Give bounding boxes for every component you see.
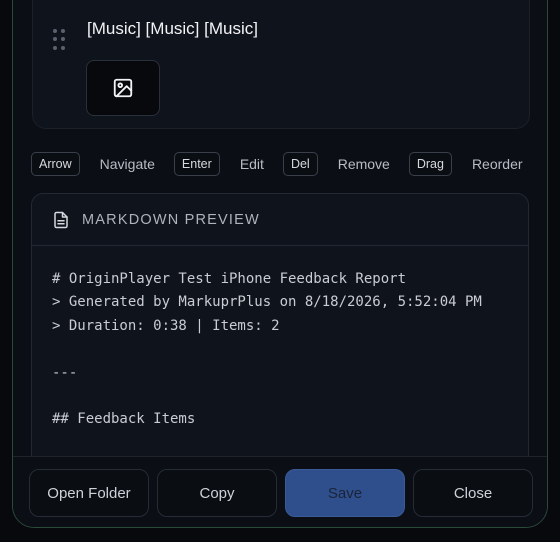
shortcut-key-drag: Drag [408, 152, 452, 176]
save-button[interactable]: Save [285, 469, 405, 517]
action-footer: Open Folder Copy Save Close [13, 456, 547, 527]
shortcut-key-del: Del [282, 152, 318, 176]
markdown-preview-header: MARKDOWN PREVIEW [32, 194, 528, 246]
markdown-preview-panel: MARKDOWN PREVIEW # OriginPlayer Test iPh… [31, 193, 529, 493]
markdown-preview-content[interactable]: # OriginPlayer Test iPhone Feedback Repo… [32, 246, 528, 432]
shortcut-label-navigate: Navigate [99, 156, 155, 172]
document-icon [54, 211, 68, 228]
shortcut-key-enter: Enter [173, 152, 220, 176]
keyboard-shortcuts-bar: Arrow Navigate Enter Edit Del Remove Dra… [31, 151, 541, 177]
open-folder-button[interactable]: Open Folder [29, 469, 149, 517]
shortcut-label-remove: Remove [337, 156, 390, 172]
feedback-item-card[interactable]: [Music] [Music] [Music] [32, 0, 530, 129]
image-icon [113, 78, 133, 98]
shortcut-label-reorder: Reorder [471, 156, 523, 172]
close-button[interactable]: Close [413, 469, 533, 517]
markdown-preview-title: MARKDOWN PREVIEW [82, 211, 260, 228]
item-transcript[interactable]: [Music] [Music] [Music] [87, 19, 258, 39]
feedback-panel: [Music] [Music] [Music] Arrow Navigate E… [12, 0, 548, 528]
item-screenshot-thumbnail[interactable] [86, 60, 160, 116]
shortcut-label-edit: Edit [239, 156, 264, 172]
copy-button[interactable]: Copy [157, 469, 277, 517]
shortcut-key-arrow: Arrow [31, 152, 80, 176]
drag-handle-icon[interactable] [53, 29, 67, 51]
